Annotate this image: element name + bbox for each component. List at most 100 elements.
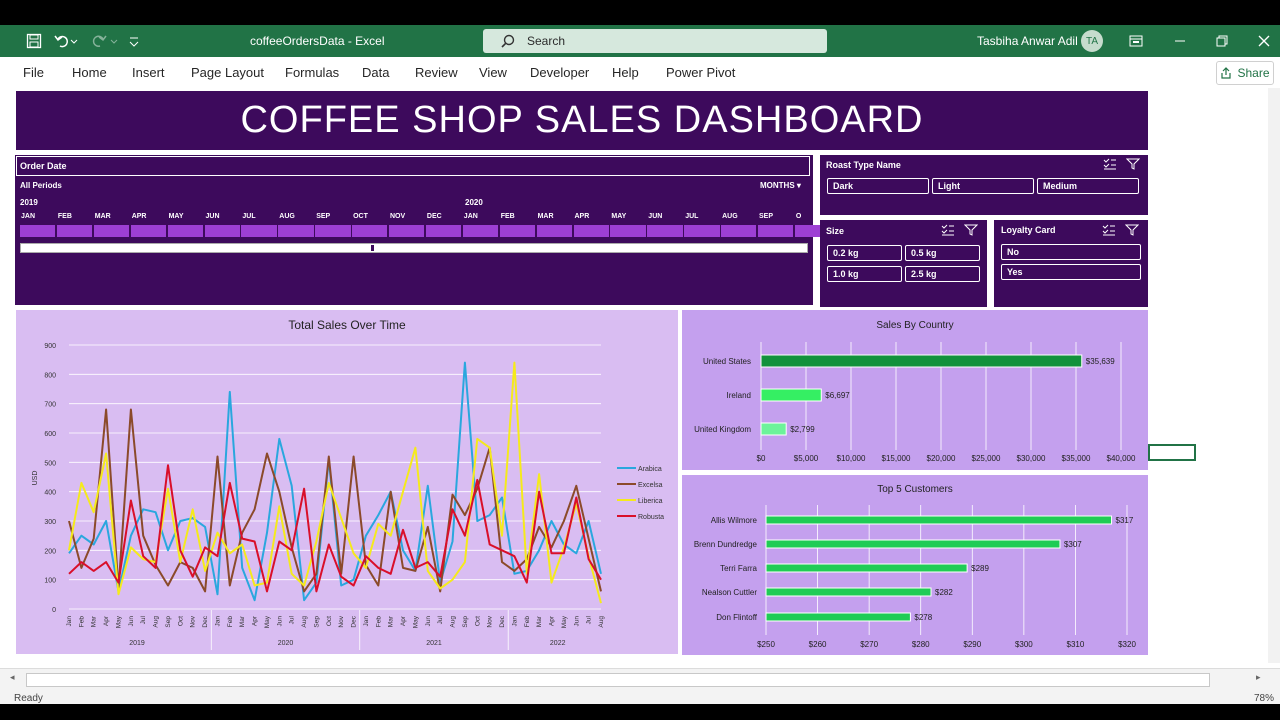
tab-developer[interactable]: Developer: [530, 65, 589, 80]
redo-icon[interactable]: [90, 25, 118, 57]
slicer-item-yes[interactable]: Yes: [1001, 264, 1141, 280]
horizontal-scrollbar[interactable]: ◂ ▸: [0, 668, 1280, 691]
timeline-month-cell[interactable]: [241, 225, 277, 237]
tab-view[interactable]: View: [479, 65, 507, 80]
timeline-month-cell[interactable]: [684, 225, 720, 237]
timeline-unit-dropdown[interactable]: MONTHS ▾: [760, 181, 801, 190]
year-group-label: 2022: [550, 640, 566, 647]
tab-data[interactable]: Data: [362, 65, 389, 80]
x-tick-label: $300: [1015, 640, 1033, 649]
timeline-month-cell[interactable]: [56, 225, 93, 237]
timeline-month-cell[interactable]: [204, 225, 240, 237]
tab-help[interactable]: Help: [612, 65, 639, 80]
timeline-month-cell[interactable]: [20, 225, 56, 237]
bar: [765, 612, 911, 622]
undo-icon[interactable]: [54, 25, 78, 57]
slicer-item-0-5kg[interactable]: 0.5 kg: [905, 245, 980, 261]
x-tick-label: May: [561, 615, 568, 628]
timeline-month-cell[interactable]: [425, 225, 462, 237]
timeline-month-cell[interactable]: [610, 225, 646, 237]
multiselect-icon[interactable]: [941, 224, 955, 238]
x-tick-label: Dec: [499, 615, 506, 627]
slicer-item-dark[interactable]: Dark: [827, 178, 929, 194]
x-tick-label: Jan: [214, 616, 221, 627]
total-sales-chart[interactable]: Total Sales Over Time 0 100 200 300 400 500 600…: [16, 310, 678, 654]
ribbon-display-icon[interactable]: [1129, 25, 1143, 57]
x-tick-label: Nov: [487, 615, 494, 627]
timeline-month-cell[interactable]: [536, 225, 572, 237]
slicer-item-1-0kg[interactable]: 1.0 kg: [827, 266, 902, 282]
customize-icon[interactable]: [128, 25, 140, 57]
tab-power-pivot[interactable]: Power Pivot: [666, 65, 735, 80]
x-tick-label: Jun: [128, 616, 135, 627]
timeline-month-cell[interactable]: [462, 225, 499, 237]
timeline-month-cell[interactable]: [278, 225, 314, 237]
timeline-month-label: FEB: [500, 213, 515, 220]
restore-icon[interactable]: [1216, 25, 1228, 57]
tab-page-layout[interactable]: Page Layout: [191, 65, 264, 80]
timeline-month-cell[interactable]: [93, 225, 130, 237]
selected-cell[interactable]: [1148, 444, 1196, 461]
zoom-level[interactable]: 78%: [1254, 693, 1274, 704]
top-customers-chart[interactable]: Top 5 Customers $250 $260 $270 $280 $290 $300 $…: [682, 475, 1148, 655]
timeline-month-cell[interactable]: [352, 225, 388, 237]
scroll-right-icon[interactable]: ▸: [1256, 672, 1261, 683]
timeline-month-label: AUG: [722, 213, 738, 220]
tab-home[interactable]: Home: [72, 65, 107, 80]
status-ready: Ready: [14, 693, 43, 704]
order-date-timeline[interactable]: Order Date All Periods MONTHS ▾ 2019 202…: [15, 155, 831, 305]
clear-filter-icon[interactable]: [1125, 158, 1141, 172]
timeline-scroll-thumb[interactable]: [35, 245, 374, 251]
timeline-month-cell[interactable]: [315, 225, 351, 237]
slicer-item-no[interactable]: No: [1001, 244, 1141, 260]
sales-by-country-chart[interactable]: Sales By Country $0 $5,000 $10,000 $15,000 $2…: [682, 310, 1148, 470]
total-sales-svg: Total Sales Over Time 0 100 200 300 400 500 600…: [32, 318, 664, 650]
close-icon[interactable]: [1258, 25, 1270, 57]
avatar[interactable]: TA: [1081, 30, 1103, 52]
horizontal-scroll-thumb[interactable]: [26, 673, 1210, 687]
multiselect-icon[interactable]: [1103, 158, 1117, 172]
x-tick-label: May: [115, 615, 122, 628]
slicer-item-0-2kg[interactable]: 0.2 kg: [827, 245, 902, 261]
bar: [765, 515, 1113, 525]
tab-insert[interactable]: Insert: [132, 65, 165, 80]
x-tick-label: Jun: [573, 616, 580, 627]
timeline-month-cell[interactable]: [721, 225, 757, 237]
save-icon[interactable]: [26, 25, 42, 57]
timeline-month-cell[interactable]: [499, 225, 536, 237]
slicer-item-medium[interactable]: Medium: [1037, 178, 1139, 194]
timeline-month-cell[interactable]: [573, 225, 609, 237]
x-tick-label: Feb: [78, 616, 85, 628]
search-box[interactable]: Search: [483, 29, 827, 53]
clear-filter-icon[interactable]: [963, 224, 979, 238]
tab-review[interactable]: Review: [415, 65, 458, 80]
timeline-month-cell[interactable]: [389, 225, 425, 237]
top-customers-svg: Top 5 Customers $250 $260 $270 $280 $290 $300 $…: [694, 484, 1137, 649]
tab-formulas[interactable]: Formulas: [285, 65, 339, 80]
minimize-icon[interactable]: [1174, 25, 1186, 57]
share-button[interactable]: Share: [1216, 61, 1274, 85]
multiselect-icon[interactable]: [1102, 224, 1116, 238]
x-tick-label: $20,000: [927, 454, 956, 463]
timeline-month-cell[interactable]: [167, 225, 203, 237]
timeline-scrollbar[interactable]: [20, 243, 808, 253]
scroll-left-icon[interactable]: ◂: [10, 672, 15, 683]
tab-file[interactable]: File: [23, 65, 44, 80]
data-label: $35,639: [1086, 357, 1115, 366]
timeline-month-cell[interactable]: [130, 225, 167, 237]
slicer-item-2-5kg[interactable]: 2.5 kg: [905, 266, 980, 282]
category-label: Allis Wilmore: [711, 516, 758, 525]
timeline-month-cell[interactable]: [758, 225, 794, 237]
vertical-scrollbar[interactable]: [1268, 88, 1280, 663]
x-tick-label: Aug: [153, 616, 160, 628]
slicer-item-light[interactable]: Light: [932, 178, 1034, 194]
timeline-month-cell[interactable]: [647, 225, 683, 237]
x-tick-label: $35,000: [1062, 454, 1091, 463]
timeline-month-label: APR: [574, 213, 590, 220]
category-label: United Kingdom: [694, 425, 751, 434]
y-tick-label: 800: [44, 372, 56, 379]
timeline-month-label: MAY: [611, 213, 627, 220]
x-tick-label: May: [264, 615, 271, 628]
screen-top-border: [0, 0, 1280, 25]
clear-filter-icon[interactable]: [1124, 224, 1140, 238]
